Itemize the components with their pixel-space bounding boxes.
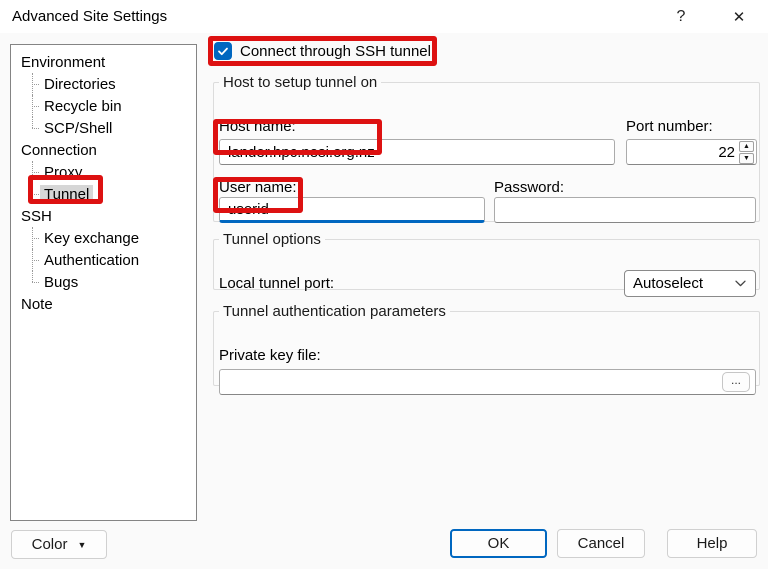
port-number-label: Port number:	[626, 118, 713, 135]
checkmark-icon	[217, 45, 229, 57]
sidebar-item-authentication[interactable]: Authentication	[11, 249, 196, 271]
help-button[interactable]: Help	[667, 529, 757, 558]
close-button[interactable]: ✕	[726, 4, 752, 30]
ok-button[interactable]: OK	[450, 529, 547, 558]
tree-connector	[25, 227, 40, 249]
sidebar-item-recycle-bin[interactable]: Recycle bin	[11, 95, 196, 117]
tree-connector	[25, 249, 40, 271]
sidebar-item-label: Note	[17, 295, 57, 314]
titlebar-help-button[interactable]: ?	[668, 4, 694, 30]
port-spinner: ▲ ▼	[739, 141, 756, 164]
titlebar: Advanced Site Settings ? ✕	[0, 0, 768, 33]
cancel-button[interactable]: Cancel	[557, 529, 645, 558]
question-mark-icon: ?	[677, 8, 686, 26]
color-button-label: Color	[32, 536, 68, 553]
sidebar-item-label: Recycle bin	[40, 97, 126, 116]
caret-down-icon: ▼	[77, 540, 86, 550]
chevron-down-icon	[735, 280, 746, 287]
password-label: Password:	[494, 179, 564, 196]
tree-connector	[25, 271, 40, 293]
sidebar-item-key-exchange[interactable]: Key exchange	[11, 227, 196, 249]
host-name-label: Host name:	[219, 118, 296, 135]
sidebar-item-label: Directories	[40, 75, 120, 94]
tree-connector	[25, 95, 40, 117]
ok-button-label: OK	[488, 535, 510, 552]
sidebar-item-scp-shell[interactable]: SCP/Shell	[11, 117, 196, 139]
sidebar-item-label: Key exchange	[40, 229, 143, 248]
password-input[interactable]	[494, 197, 756, 223]
sidebar-item-label: Environment	[17, 53, 109, 72]
user-name-input[interactable]	[219, 197, 485, 223]
ellipsis-icon: ...	[731, 374, 741, 386]
settings-tree: Environment Directories Recycle bin SCP/…	[10, 44, 197, 521]
private-key-input[interactable]	[219, 369, 756, 395]
sidebar-item-note[interactable]: Note	[11, 293, 196, 315]
caret-down-icon: ▼	[743, 155, 750, 162]
user-name-label: User name:	[219, 179, 297, 196]
sidebar-item-bugs[interactable]: Bugs	[11, 271, 196, 293]
tunnel-options-group: Tunnel options Local tunnel port: Autose…	[213, 231, 760, 290]
ssh-tunnel-checkbox-label: Connect through SSH tunnel	[240, 43, 431, 60]
port-spinner-up-button[interactable]: ▲	[739, 141, 754, 152]
help-button-label: Help	[697, 535, 728, 552]
tree-connector	[25, 73, 40, 95]
sidebar-item-proxy[interactable]: Proxy	[11, 161, 196, 183]
browse-button[interactable]: ...	[722, 372, 750, 392]
sidebar-item-directories[interactable]: Directories	[11, 73, 196, 95]
sidebar-item-label: Tunnel	[40, 185, 93, 204]
color-button[interactable]: Color ▼	[11, 530, 107, 559]
ssh-tunnel-checkbox[interactable]	[214, 42, 232, 60]
tree-connector	[25, 117, 40, 139]
sidebar-item-environment[interactable]: Environment	[11, 51, 196, 73]
tree-connector	[25, 161, 40, 183]
private-key-label: Private key file:	[219, 347, 321, 364]
sidebar-item-label: Connection	[17, 141, 101, 160]
sidebar-item-label: SCP/Shell	[40, 119, 116, 138]
local-tunnel-port-value: Autoselect	[633, 275, 703, 292]
sidebar-item-label: Bugs	[40, 273, 82, 292]
host-group-legend: Host to setup tunnel on	[219, 74, 381, 91]
tunnel-auth-group: Tunnel authentication parameters Private…	[213, 303, 760, 386]
private-key-field: ...	[219, 369, 756, 395]
cancel-button-label: Cancel	[578, 535, 625, 552]
host-group: Host to setup tunnel on Host name: Port …	[213, 74, 760, 222]
port-number-input[interactable]	[627, 144, 739, 161]
tunnel-auth-legend: Tunnel authentication parameters	[219, 303, 450, 320]
advanced-site-settings-dialog: Advanced Site Settings ? ✕ Environment D…	[0, 0, 768, 569]
port-number-field: ▲ ▼	[626, 139, 757, 165]
tunnel-options-legend: Tunnel options	[219, 231, 325, 248]
sidebar-item-label: Authentication	[40, 251, 143, 270]
sidebar-item-tunnel[interactable]: Tunnel	[11, 183, 196, 205]
sidebar-item-label: Proxy	[40, 163, 86, 182]
port-spinner-down-button[interactable]: ▼	[739, 153, 754, 164]
sidebar-item-ssh[interactable]: SSH	[11, 205, 196, 227]
local-tunnel-port-label: Local tunnel port:	[219, 275, 334, 292]
close-icon: ✕	[733, 8, 746, 26]
tree-connector	[25, 183, 40, 205]
host-name-input[interactable]	[219, 139, 615, 165]
caret-up-icon: ▲	[743, 143, 750, 150]
sidebar-item-label: SSH	[17, 207, 56, 226]
local-tunnel-port-select[interactable]: Autoselect	[624, 270, 756, 297]
sidebar-item-connection[interactable]: Connection	[11, 139, 196, 161]
ssh-tunnel-checkbox-row: Connect through SSH tunnel	[214, 42, 431, 60]
window-title: Advanced Site Settings	[12, 8, 167, 25]
